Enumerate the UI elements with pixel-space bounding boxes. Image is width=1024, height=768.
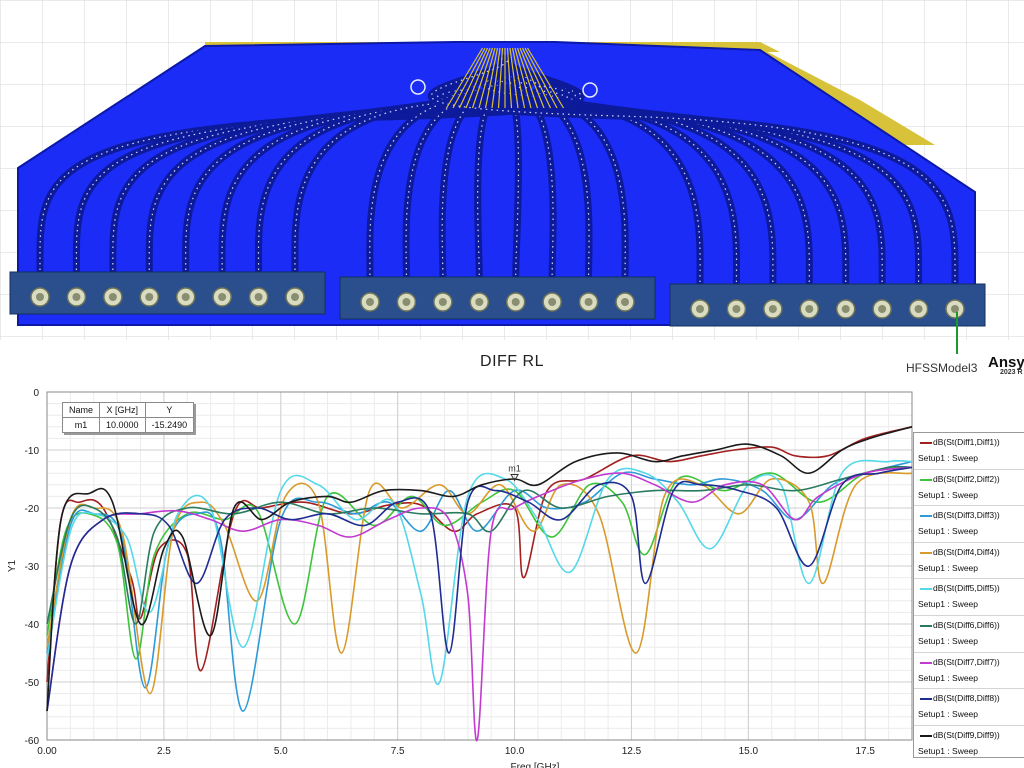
legend-swatch	[920, 442, 932, 444]
marker-table-row[interactable]: m1 10.0000 -15.2490	[61, 417, 195, 433]
sma-pin	[878, 305, 887, 313]
hfss-model-view[interactable]	[0, 0, 1024, 355]
legend-swatch	[920, 551, 932, 554]
legend-trace-name: dB(St(Diff5,Diff5))	[933, 583, 1000, 594]
marker-table-header: Name X [GHz] Y	[61, 402, 195, 418]
legend-item[interactable]: dB(St(Diff9,Diff9)) Setup1 : Sweep	[914, 726, 1024, 757]
legend-item[interactable]: dB(St(Diff2,Diff2)) Setup1 : Sweep	[914, 470, 1024, 507]
legend-item[interactable]: dB(St(Diff8,Diff8)) Setup1 : Sweep	[914, 689, 1024, 726]
sma-pin	[805, 305, 814, 313]
legend-trace-name: dB(St(Diff8,Diff8))	[933, 693, 1000, 704]
sma-pin	[475, 298, 484, 306]
sma-pin	[438, 298, 447, 306]
legend-item[interactable]: dB(St(Diff6,Diff6)) Setup1 : Sweep	[914, 616, 1024, 653]
marker-table[interactable]: Name X [GHz] Y m1 10.0000 -15.2490	[61, 402, 195, 433]
x-axis-label: Freq [GHz]	[511, 762, 560, 768]
legend-item[interactable]: dB(St(Diff4,Diff4)) Setup1 : Sweep	[914, 543, 1024, 580]
marker-name: m1	[61, 417, 101, 433]
sma-pin	[366, 298, 374, 306]
legend-trace-name: dB(St(Diff4,Diff4))	[933, 546, 1000, 557]
x-tick-label: 15.0	[739, 746, 759, 757]
legend-trace-name: dB(St(Diff6,Diff6))	[933, 619, 1000, 630]
legend-trace-name: dB(St(Diff1,Diff1))	[933, 437, 1000, 447]
legend-setup-name: Setup1 : Sweep	[918, 672, 979, 683]
marker-label: m1	[508, 463, 521, 473]
marker-x-value: 10.0000	[99, 417, 146, 433]
legend-item[interactable]: dB(St(Diff1,Diff1)) Setup1 : Sweep	[914, 433, 1024, 470]
legend-setup-name: Setup1 : Sweep	[918, 489, 979, 500]
connector-block[interactable]	[669, 283, 986, 327]
sma-pin	[841, 305, 850, 313]
y-tick-label: -40	[25, 620, 40, 631]
plot-grid	[46, 391, 913, 741]
sma-pin	[108, 293, 117, 301]
sma-pin	[145, 293, 154, 301]
marker-y-value: -15.2490	[144, 417, 195, 433]
legend-swatch	[920, 588, 932, 591]
sma-pin	[768, 305, 777, 313]
legend-swatch	[920, 698, 932, 701]
y-tick-label: -20	[25, 504, 40, 515]
sma-pin	[914, 305, 923, 313]
sma-pin	[511, 298, 520, 306]
sma-pin	[402, 298, 411, 306]
legend-swatch	[920, 515, 932, 518]
sma-pin	[696, 305, 704, 313]
connector-block[interactable]	[339, 276, 656, 320]
sma-pin	[291, 293, 299, 301]
sma-pin	[72, 293, 81, 301]
legend-swatch	[920, 661, 932, 664]
x-tick-label: 12.5	[622, 746, 642, 757]
legend-trace-name: dB(St(Diff2,Diff2))	[933, 473, 1000, 484]
legend-item[interactable]: dB(St(Diff3,Diff3)) Setup1 : Sweep	[914, 506, 1024, 543]
legend-item[interactable]: dB(St(Diff7,Diff7)) Setup1 : Sweep	[914, 653, 1024, 690]
legend-trace-name: dB(St(Diff3,Diff3))	[933, 510, 1000, 521]
sma-pin	[951, 305, 959, 313]
sma-pin	[181, 293, 190, 301]
y-tick-label: -50	[25, 678, 40, 689]
legend-swatch	[920, 478, 932, 481]
legend-setup-name: Setup1 : Sweep	[918, 526, 979, 537]
x-tick-label: 5.0	[274, 746, 288, 757]
sma-pin	[218, 293, 227, 301]
legend-trace-name: dB(St(Diff9,Diff9))	[933, 729, 1000, 740]
connector-block[interactable]	[9, 271, 326, 315]
x-tick-label: 2.5	[157, 746, 171, 757]
legend-item[interactable]: dB(St(Diff5,Diff5)) Setup1 : Sweep	[914, 579, 1024, 616]
y-tick-label: -10	[25, 446, 40, 457]
legend-setup-name: Setup1 : Sweep	[918, 453, 979, 463]
sma-pin	[584, 298, 593, 306]
legend-setup-name: Setup1 : Sweep	[918, 635, 979, 646]
x-tick-label: 10.0	[505, 746, 525, 757]
x-tick-label: 17.5	[856, 746, 876, 757]
y-tick-label: 0	[33, 388, 39, 399]
sma-pin	[254, 293, 263, 301]
y-tick-label: -60	[25, 736, 40, 747]
sma-pin	[621, 298, 629, 306]
legend-setup-name: Setup1 : Sweep	[918, 562, 979, 573]
y-axis-label: Y1	[7, 559, 18, 572]
x-tick-label: 0.00	[37, 746, 57, 757]
sma-pin	[732, 305, 741, 313]
sma-pin	[36, 293, 44, 301]
marker-col-name: Name	[61, 402, 101, 418]
y-tick-label: -30	[25, 562, 40, 573]
legend-trace-name: dB(St(Diff7,Diff7))	[933, 656, 1000, 667]
legend-setup-name: Setup1 : Sweep	[918, 709, 979, 720]
x-tick-label: 7.5	[391, 746, 405, 757]
legend-setup-name: Setup1 : Sweep	[918, 745, 979, 756]
plot-legend[interactable]: dB(St(Diff1,Diff1)) Setup1 : Sweep dB(St(…	[913, 432, 1024, 758]
marker-col-y: Y	[144, 402, 195, 418]
sma-pin	[548, 298, 557, 306]
legend-swatch	[920, 734, 932, 737]
marker-col-x: X [GHz]	[99, 402, 146, 418]
legend-setup-name: Setup1 : Sweep	[918, 599, 979, 610]
legend-swatch	[920, 624, 932, 627]
